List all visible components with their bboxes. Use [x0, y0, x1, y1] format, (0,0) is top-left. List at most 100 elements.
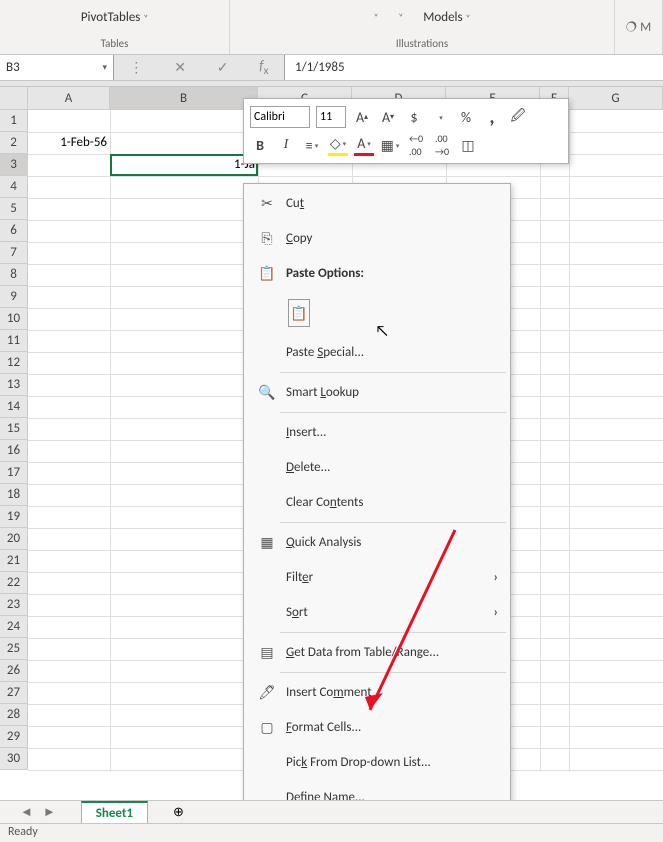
cell-b3[interactable]: 1-Ja	[110, 154, 258, 176]
borders-icon[interactable]: ▦	[380, 134, 400, 156]
ribbon: PivotTables ˅ Tables ˅ ˅ Models ˅ Illust…	[0, 0, 663, 55]
ctx-pick-dropdown[interactable]: Pick From Drop-down List...	[244, 745, 510, 780]
row-header[interactable]: 26	[0, 660, 28, 682]
name-box[interactable]: B3	[0, 55, 114, 80]
row-header[interactable]: 21	[0, 550, 28, 572]
italic-icon[interactable]: I	[276, 134, 296, 156]
row-header[interactable]: 13	[0, 374, 28, 396]
status-bar: Ready	[0, 823, 663, 842]
format-cells-icon: ▢	[254, 719, 280, 736]
row-header[interactable]: 4	[0, 176, 28, 198]
percent-format-icon[interactable]: %	[456, 106, 476, 128]
select-all-corner[interactable]	[0, 87, 28, 110]
ctx-insert-comment[interactable]: 🖊Insert Comment	[244, 675, 510, 710]
row-header[interactable]: 15	[0, 418, 28, 440]
ctx-delete[interactable]: Delete...	[244, 450, 510, 485]
row-header[interactable]: 20	[0, 528, 28, 550]
col-header-a[interactable]: A	[28, 87, 110, 110]
sheet-nav-prev-icon[interactable]: ◄	[20, 804, 33, 820]
col-header-b[interactable]: B	[110, 87, 258, 110]
align-icon[interactable]: ≡	[302, 134, 322, 156]
sheet-tabs: ◄ ► Sheet1 ⊕	[0, 800, 663, 823]
row-header[interactable]: 14	[0, 396, 28, 418]
ctx-insert[interactable]: Insert...	[244, 415, 510, 450]
row-header[interactable]: 23	[0, 594, 28, 616]
row-header[interactable]: 10	[0, 308, 28, 330]
chevron-right-icon: ›	[494, 570, 498, 585]
row-header[interactable]: 27	[0, 682, 28, 704]
new-sheet-icon[interactable]: ⊕	[173, 805, 184, 820]
row-header[interactable]: 28	[0, 704, 28, 726]
mini-toolbar: A▴ A▾ $ % , 🖉 B I ≡ ◇ A ▦ ←0.00 .00→0 ◫	[243, 98, 569, 164]
ctx-paste-header: 📋Paste Options:	[244, 256, 510, 291]
ctx-filter[interactable]: Filter›	[244, 560, 510, 595]
sheet-tab-sheet1[interactable]: Sheet1	[81, 801, 148, 824]
merge-center-icon[interactable]: ◫	[458, 134, 478, 156]
3d-models-button[interactable]: Models ˅	[423, 10, 470, 25]
enter-icon[interactable]: ✓	[217, 59, 229, 76]
row-header[interactable]: 11	[0, 330, 28, 352]
ctx-sort[interactable]: Sort›	[244, 595, 510, 630]
dropdown-icon[interactable]: ˅	[374, 12, 379, 23]
copy-icon: ⎘	[254, 230, 280, 247]
accounting-format-icon[interactable]: $	[404, 106, 424, 128]
format-painter-icon[interactable]: 🖉	[508, 106, 528, 128]
pivot-tables-button[interactable]: PivotTables ˅	[81, 10, 148, 25]
row-header[interactable]: 17	[0, 462, 28, 484]
row-header[interactable]: 29	[0, 726, 28, 748]
ctx-smart-lookup[interactable]: 🔍Smart Lookup	[244, 375, 510, 410]
row-header[interactable]: 1	[0, 110, 28, 132]
row-header[interactable]: 30	[0, 748, 28, 770]
ctx-clear-contents[interactable]: Clear Contents	[244, 485, 510, 520]
decrease-decimal-icon[interactable]: .00→0	[432, 134, 452, 156]
increase-font-icon[interactable]: A▴	[352, 106, 372, 128]
function-icon[interactable]: fx	[259, 57, 268, 78]
accounting-dropdown-icon[interactable]	[430, 106, 450, 128]
row-header[interactable]: 7	[0, 242, 28, 264]
row-header[interactable]: 8	[0, 264, 28, 286]
context-menu: ✂Cut ⎘Copy 📋Paste Options: 📋 Paste Speci…	[243, 183, 511, 818]
comma-format-icon[interactable]: ,	[482, 106, 502, 128]
row-header[interactable]: 12	[0, 352, 28, 374]
ctx-get-data[interactable]: ▤Get Data from Table/Range...	[244, 635, 510, 670]
decrease-font-icon[interactable]: A▾	[378, 106, 398, 128]
row-header[interactable]: 18	[0, 484, 28, 506]
row-header[interactable]: 16	[0, 440, 28, 462]
ctx-cut[interactable]: ✂Cut	[244, 186, 510, 221]
row-header[interactable]: 25	[0, 638, 28, 660]
ctx-paste-option[interactable]: 📋	[244, 291, 510, 335]
ctx-quick-analysis[interactable]: ▦Quick Analysis	[244, 525, 510, 560]
ctx-copy[interactable]: ⎘Copy	[244, 221, 510, 256]
row-header[interactable]: 19	[0, 506, 28, 528]
row-header[interactable]: 9	[0, 286, 28, 308]
dropdown-icon[interactable]: ˅	[398, 12, 403, 23]
ctx-paste-special[interactable]: Paste Special...	[244, 335, 510, 370]
row-header[interactable]: 22	[0, 572, 28, 594]
increase-decimal-icon[interactable]: ←0.00	[406, 134, 426, 156]
paste-option-icon: 📋	[288, 299, 310, 327]
formula-bar[interactable]: 1/1/1985	[284, 55, 663, 80]
font-name-input[interactable]	[250, 106, 310, 128]
sheet-nav-next-icon[interactable]: ►	[43, 804, 56, 820]
font-size-input[interactable]	[316, 106, 346, 128]
font-color-icon[interactable]: A	[354, 134, 374, 156]
fill-color-icon[interactable]: ◇	[328, 134, 348, 156]
ribbon-group-label: Tables	[0, 35, 229, 54]
ribbon-group-label: Illustrations	[230, 35, 614, 54]
ctx-format-cells[interactable]: ▢Format Cells...	[244, 710, 510, 745]
cancel-icon[interactable]: ✕	[174, 59, 186, 76]
col-header-g[interactable]: G	[569, 87, 663, 110]
comment-icon: 🖊	[254, 684, 280, 701]
row-header[interactable]: 5	[0, 198, 28, 220]
ribbon-group-illustrations: ˅ ˅ Models ˅ Illustrations	[230, 0, 615, 54]
bold-icon[interactable]: B	[250, 134, 270, 156]
formula-bar-row: B3 ⋮ ✕ ✓ fx 1/1/1985	[0, 55, 663, 81]
quick-analysis-icon: ▦	[254, 534, 280, 551]
cell-a2[interactable]: 1-Feb-56	[28, 132, 110, 154]
row-header[interactable]: 2	[0, 132, 28, 154]
row-header[interactable]: 6	[0, 220, 28, 242]
row-header[interactable]: 3	[0, 154, 28, 176]
clipboard-icon: 📋	[254, 265, 280, 282]
row-header[interactable]: 24	[0, 616, 28, 638]
more-icon[interactable]: ⋮	[129, 59, 143, 76]
